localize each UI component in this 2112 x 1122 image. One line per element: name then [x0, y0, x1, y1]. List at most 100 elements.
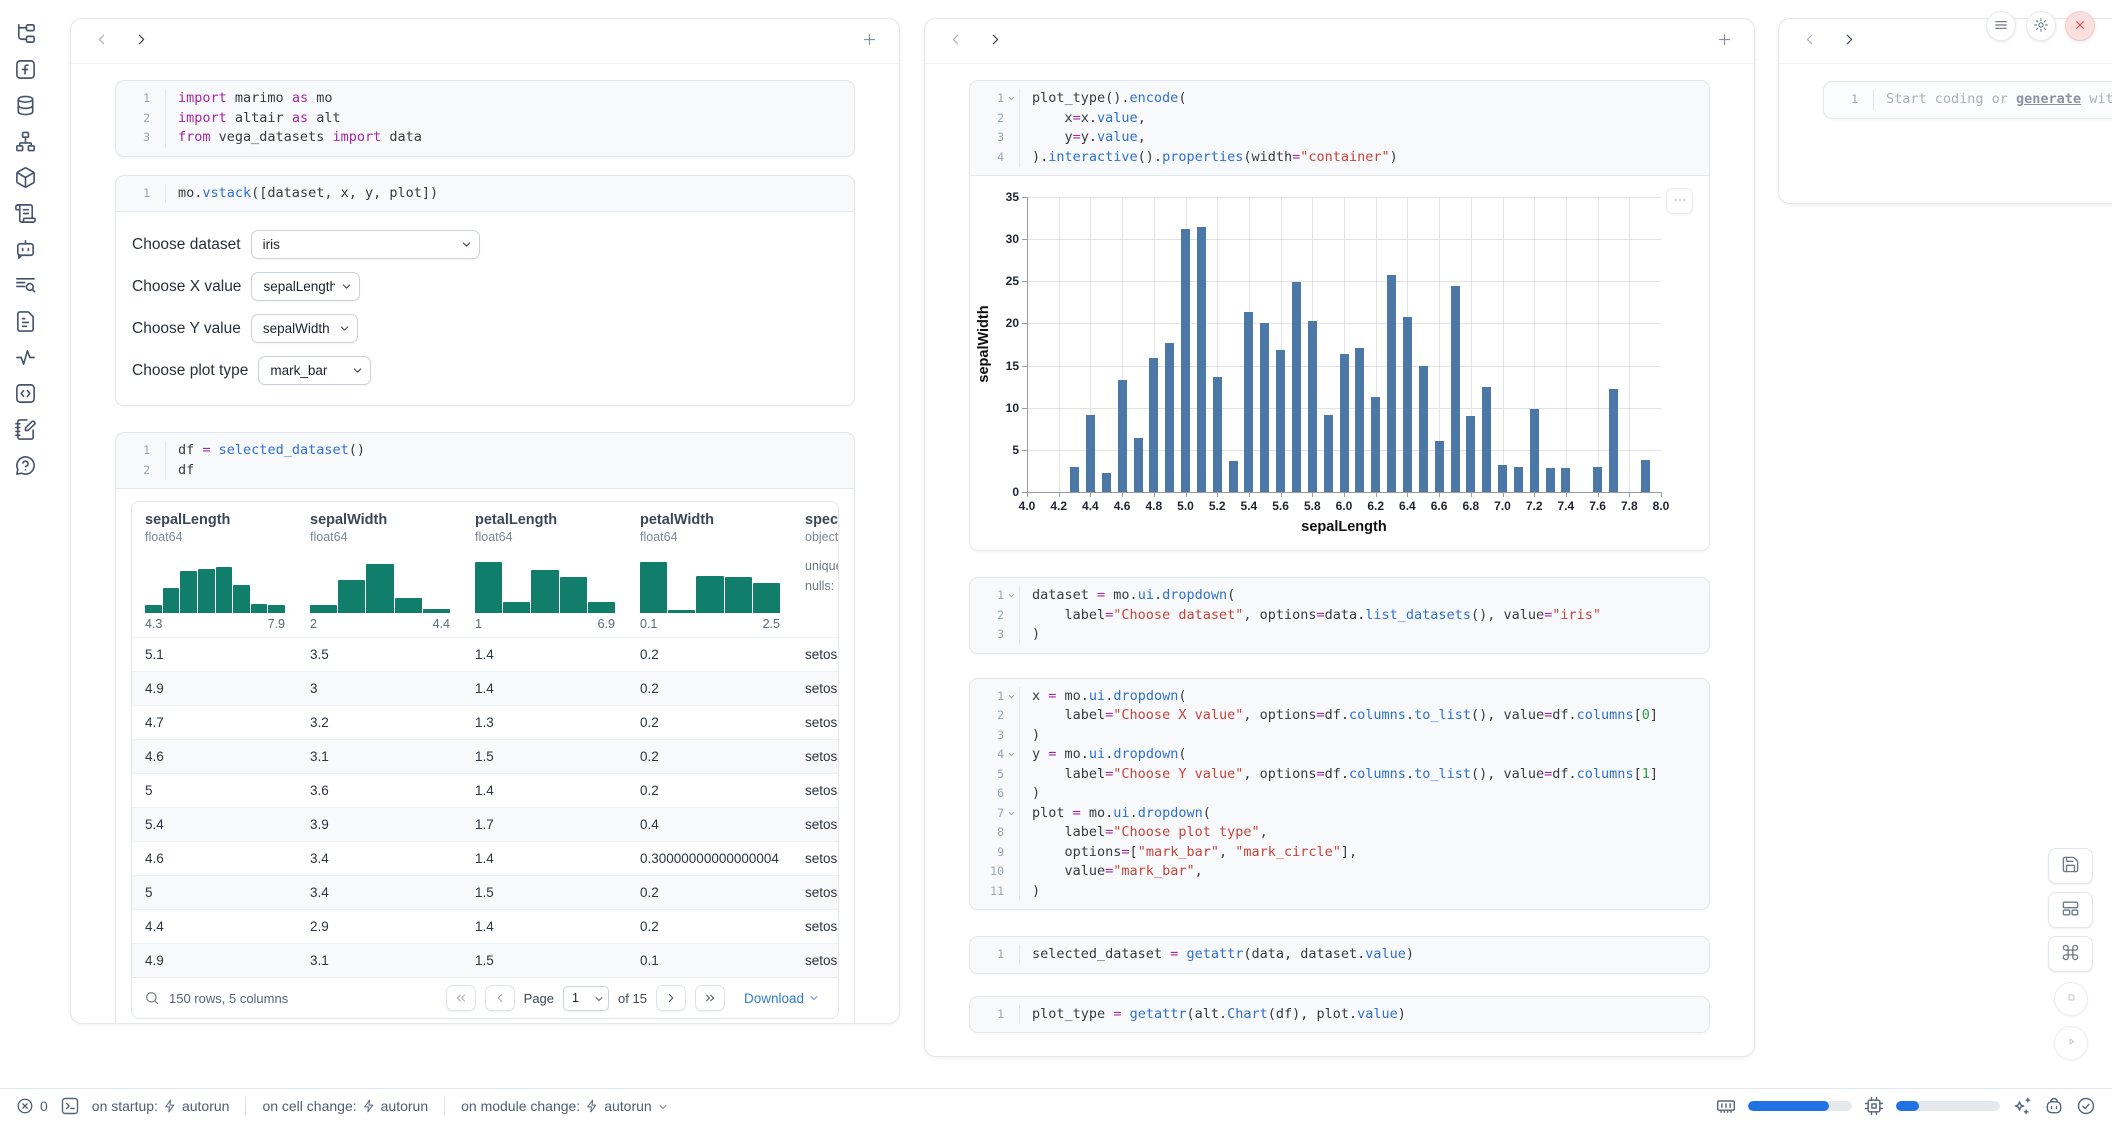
line-number: 2 [980, 706, 1004, 726]
column-header-petalLength[interactable]: petalLengthfloat6416.9 [462, 512, 627, 631]
table-cell: 1.4 [462, 919, 627, 934]
sidebar-documentation-icon[interactable] [13, 310, 37, 334]
table-cell: 2.9 [297, 919, 462, 934]
column-header-species[interactable]: speciesobjectunique:nulls: [792, 512, 838, 631]
column-dtype: float64 [640, 530, 792, 544]
chevron-left-icon[interactable] [940, 26, 970, 56]
autorun-mode-module-change[interactable]: on module change:autorun [461, 1098, 669, 1114]
search-icon[interactable] [144, 990, 160, 1006]
table-cell: setosa [792, 715, 838, 730]
selected-dataset-code-editor[interactable]: 1selected_dataset = getattr(data, datase… [970, 937, 1709, 973]
sidebar-snippets-icon[interactable] [13, 382, 37, 406]
line-number: 1 [126, 441, 150, 461]
column-histogram [640, 553, 780, 613]
table-cell: 3.4 [297, 885, 462, 900]
vstack-code-editor[interactable]: 1mo.vstack([dataset, x, y, plot]) [116, 176, 854, 212]
column-stats: unique:nulls: [805, 556, 838, 596]
chevron-left-icon[interactable] [1794, 26, 1824, 56]
add-cell-button[interactable] [854, 26, 884, 56]
dataset-dropdown-code-editor[interactable]: 1dataset = mo.ui.dropdown(2 label="Choos… [970, 578, 1709, 653]
errors-indicator[interactable]: 0 [16, 1097, 48, 1115]
close-panel-button[interactable] [2065, 11, 2095, 41]
sidebar-dependency-graph-icon[interactable] [13, 130, 37, 154]
chevron-left-icon[interactable] [86, 26, 116, 56]
table-row: 5.13.51.40.2setosa [132, 637, 838, 671]
menu-button[interactable] [1986, 11, 2016, 41]
settings-button[interactable] [2026, 11, 2056, 41]
sidebar-logs-icon[interactable] [13, 202, 37, 226]
chevron-right-icon[interactable] [126, 26, 156, 56]
terminal-button[interactable] [60, 1096, 80, 1116]
column-header-sepalLength[interactable]: sepalLengthfloat644.37.9 [132, 512, 297, 631]
autorun-mode-startup[interactable]: on startup:autorun [92, 1098, 230, 1114]
run-button[interactable] [2054, 1026, 2088, 1060]
line-number: 2 [980, 109, 1004, 129]
fold-spacer [150, 128, 165, 148]
layout-button[interactable] [2048, 892, 2093, 928]
table-cell: setosa [792, 885, 838, 900]
autorun-mode-cell-change[interactable]: on cell change:autorun [262, 1098, 428, 1114]
table-cell: 0.2 [627, 783, 792, 798]
generate-link[interactable]: generate [2016, 91, 2081, 107]
terminal-icon [60, 1096, 80, 1116]
fold-chevron-icon[interactable] [1004, 89, 1019, 109]
chart-menu-button[interactable] [1666, 188, 1693, 214]
sidebar-chat-icon[interactable] [13, 238, 37, 262]
sidebar-database-icon[interactable] [13, 94, 37, 118]
plot-type-code-editor[interactable]: 1plot_type = getattr(alt.Chart(df), plot… [970, 997, 1709, 1033]
fold-chevron-icon[interactable] [1004, 586, 1019, 606]
table-cell: 4.6 [132, 851, 297, 866]
command-palette-button[interactable] [2048, 936, 2093, 972]
fold-chevron-icon[interactable] [1004, 745, 1019, 765]
connection-status-icon[interactable] [2076, 1096, 2096, 1116]
prev-page-button[interactable] [485, 985, 515, 1011]
page-select[interactable]: 1 [563, 986, 609, 1011]
last-page-button[interactable] [695, 985, 725, 1011]
column-header-petalWidth[interactable]: petalWidthfloat640.12.5 [627, 512, 792, 631]
fold-chevron-icon[interactable] [1004, 804, 1019, 824]
code-line: df = selected_dataset() [165, 441, 840, 461]
download-button[interactable]: Download [738, 990, 826, 1007]
table-cell: 3.2 [297, 715, 462, 730]
xy-plot-dropdowns-cell: 1x = mo.ui.dropdown(2 label="Choose X va… [969, 678, 1710, 911]
plot-code-editor[interactable]: 1plot_type().encode(2 x=x.value,3 y=y.va… [970, 81, 1709, 175]
dataframe-code-editor[interactable]: 1df = selected_dataset()2df [116, 433, 854, 488]
column-header-sepalWidth[interactable]: sepalWidthfloat6424.4 [297, 512, 462, 631]
imports-code-editor[interactable]: 1import marimo as mo2import altair as al… [116, 81, 854, 156]
sidebar-tracing-icon[interactable] [13, 346, 37, 370]
choose-y-value-dropdown[interactable]: sepalWidth [251, 314, 358, 343]
table-cell: 3.6 [297, 783, 462, 798]
bolt-icon [163, 1099, 177, 1113]
sidebar-file-tree-icon[interactable] [13, 22, 37, 46]
chevron-right-icon[interactable] [1834, 26, 1864, 56]
add-cell-button[interactable] [1709, 26, 1739, 56]
first-page-button[interactable] [446, 985, 476, 1011]
sidebar-notebook-pen-icon[interactable] [13, 418, 37, 442]
next-page-button[interactable] [656, 985, 686, 1011]
empty-code-editor[interactable]: 1Start coding or generate with AI [1824, 82, 2112, 118]
choose-x-value-dropdown[interactable]: sepalLength [251, 272, 360, 301]
line-number: 1 [126, 89, 150, 109]
sidebar-scratchpad-search-icon[interactable] [13, 274, 37, 298]
chevron-right-icon[interactable] [980, 26, 1010, 56]
table-cell: 4.6 [132, 749, 297, 764]
stop-button[interactable] [2054, 982, 2088, 1016]
table-summary: 150 rows, 5 columns [169, 991, 288, 1006]
column-name: sepalLength [145, 512, 297, 528]
fold-chevron-icon[interactable] [1004, 687, 1019, 707]
sidebar-packages-icon[interactable] [13, 166, 37, 190]
copilot-icon[interactable] [2044, 1096, 2064, 1116]
choose-dataset-dropdown[interactable]: iris [251, 230, 480, 259]
table-cell: 3.1 [297, 749, 462, 764]
sidebar-functions-icon[interactable] [13, 58, 37, 82]
save-button[interactable] [2048, 848, 2093, 884]
code-line: from vega_datasets import data [165, 128, 840, 148]
sepal-bar-chart[interactable]: 051015202530354.04.24.44.64.85.05.25.45.… [970, 176, 1709, 550]
ai-sparkles-icon[interactable] [2012, 1096, 2032, 1116]
xy-plot-dropdowns-code-editor[interactable]: 1x = mo.ui.dropdown(2 label="Choose X va… [970, 679, 1709, 910]
choose-plot-type-dropdown[interactable]: mark_bar [258, 356, 371, 385]
status-bar: 0 on startup:autorun on cell change:autor… [0, 1088, 2112, 1122]
sidebar-help-icon[interactable] [13, 454, 37, 478]
code-line: label="Choose dataset", options=data.lis… [1019, 606, 1695, 626]
fold-spacer [1004, 1005, 1019, 1025]
